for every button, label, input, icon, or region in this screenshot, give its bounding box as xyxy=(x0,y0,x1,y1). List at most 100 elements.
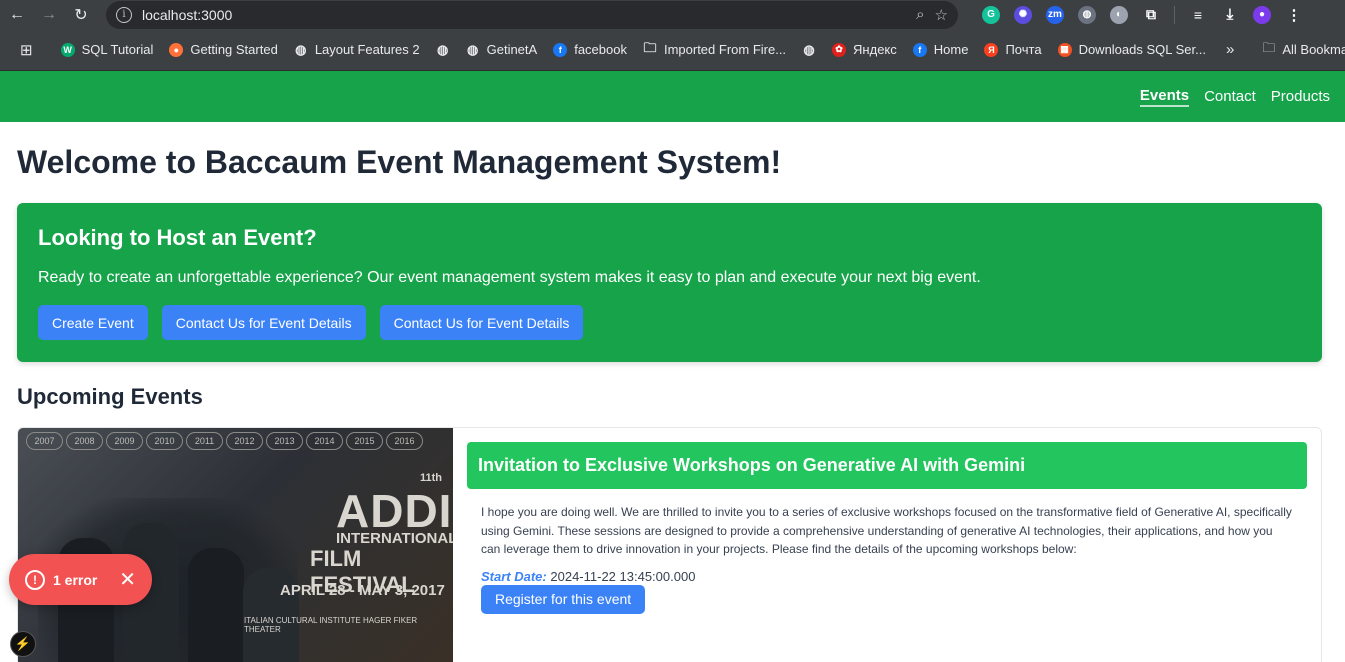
poster-year-laurel: 2007 xyxy=(26,432,63,450)
poster-edition: 11th xyxy=(420,472,443,484)
globe-extension-icon[interactable]: ◍ xyxy=(1078,5,1096,24)
bookmark-label: Home xyxy=(933,42,969,57)
site-info-icon[interactable]: i xyxy=(116,6,132,23)
browser-toolbar: ← → ↻ i localhost:3000 ⌕ ☆ G ✺ zm ◍ ◐ ⧉ … xyxy=(0,0,1345,29)
nextjs-badge-icon[interactable]: ⚡ xyxy=(10,631,36,657)
url-text[interactable]: localhost:3000 xyxy=(142,7,906,23)
host-actions: Create Event Contact Us for Event Detail… xyxy=(38,305,1301,340)
all-bookmarks-folder[interactable]: 🗀 All Bookmarks xyxy=(1254,39,1345,61)
event-poster-image: 2007 2008 2009 2010 2011 2012 2013 2014 2015 2016… xyxy=(18,428,453,662)
w3-icon: W xyxy=(60,42,75,57)
nav-products-link[interactable]: Products xyxy=(1271,88,1330,105)
nav-contact-link[interactable]: Contact xyxy=(1204,88,1256,105)
poster-year-laurel: 2011 xyxy=(186,432,223,450)
extension-icon[interactable]: ◐ xyxy=(1110,5,1128,24)
bookmarks-overflow-button[interactable]: » xyxy=(1218,41,1242,58)
globe-icon: ◍ xyxy=(295,41,307,57)
main-content: Welcome to Baccaum Event Management Syst… xyxy=(0,144,1345,662)
bookmarks-bar: ⊞ W SQL Tutorial ● Getting Started ◍ Layout F… xyxy=(0,29,1345,71)
bookmark-item[interactable]: Я Почта xyxy=(976,42,1049,57)
puzzle-icon[interactable]: ⧉ xyxy=(1142,6,1160,24)
event-details: Invitation to Exclusive Workshops on Gen… xyxy=(453,428,1321,662)
event-card: 2007 2008 2009 2010 2011 2012 2013 2014 2015 2016… xyxy=(17,427,1322,662)
facebook-icon: f xyxy=(553,42,568,57)
folder-icon: 🗀 xyxy=(1262,39,1276,55)
error-toast[interactable]: ! 1 error ✕ xyxy=(9,554,152,605)
bookmark-item[interactable]: ◍ xyxy=(794,41,824,57)
start-date-value: 2024-11-22 13:45:00.000 xyxy=(550,568,696,584)
address-bar[interactable]: i localhost:3000 ⌕ ☆ xyxy=(106,0,958,29)
contact-event-details-button[interactable]: Contact Us for Event Details xyxy=(161,305,366,340)
page-title: Welcome to Baccaum Event Management Syst… xyxy=(17,144,782,180)
media-icon[interactable]: ≡ xyxy=(1189,6,1207,24)
poster-subtitle: INTERNATIONAL xyxy=(336,530,453,547)
poster-venues: ITALIAN CULTURAL INSTITUTE HAGER FIKER T… xyxy=(244,616,418,634)
poster-year-laurel: 2016 xyxy=(386,432,423,450)
bookmark-item[interactable]: ● Getting Started xyxy=(161,42,285,57)
start-date-label: Start Date: xyxy=(481,568,547,584)
toolbar-divider xyxy=(1174,5,1175,24)
bookmark-item[interactable]: f facebook xyxy=(545,42,635,57)
upcoming-events-heading: Upcoming Events xyxy=(17,384,203,409)
facebook-icon: f xyxy=(912,42,927,57)
bookmark-label: Downloads SQL Ser... xyxy=(1078,42,1206,57)
poster-year-laurel: 2010 xyxy=(146,432,183,450)
huawei-icon: ✿ xyxy=(832,42,847,57)
bookmark-star-icon[interactable]: ☆ xyxy=(935,6,948,24)
bookmark-item[interactable]: f Home xyxy=(905,42,977,57)
bookmark-label: SQL Tutorial xyxy=(81,42,154,57)
poster-year-laurel: 2009 xyxy=(106,432,143,450)
extension-gear-icon[interactable]: ✺ xyxy=(1014,5,1032,24)
download-icon[interactable]: ⤓ xyxy=(1221,6,1239,24)
event-description: I hope you are doing well. We are thrill… xyxy=(481,505,1292,556)
microsoft-icon: ▦ xyxy=(1057,42,1072,57)
bookmark-label: Яндекс xyxy=(853,42,897,57)
host-panel-text: Ready to create an unforgettable experie… xyxy=(38,269,981,286)
poster-year-laurel: 2013 xyxy=(266,432,303,450)
poster-year-laurel: 2008 xyxy=(66,432,103,450)
globe-icon: ◍ xyxy=(436,41,449,57)
poster-year-laurel: 2014 xyxy=(306,432,343,450)
bookmark-item[interactable]: 🗀 Imported From Fire... xyxy=(635,39,794,58)
poster-figure xyxy=(188,548,244,662)
bookmark-label: facebook xyxy=(574,42,627,57)
error-icon: ! xyxy=(25,569,45,590)
bookmark-item[interactable]: ▦ Downloads SQL Ser... xyxy=(1050,42,1214,57)
folder-icon: 🗀 xyxy=(643,39,657,55)
menu-icon[interactable]: ⋮ xyxy=(1285,6,1303,24)
profile-avatar[interactable]: ● xyxy=(1253,5,1271,24)
bookmark-label: Imported From Fire... xyxy=(663,42,787,57)
host-event-panel: Looking to Host an Event? Ready to creat… xyxy=(17,203,1322,362)
bookmark-item[interactable]: ◍ GetinetA xyxy=(458,42,546,58)
host-panel-title: Looking to Host an Event? xyxy=(38,225,317,250)
poster-laurels: 2007 2008 2009 2010 2011 2012 2013 2014 2015 2016 xyxy=(26,432,423,450)
firefox-icon: ● xyxy=(169,42,184,57)
bookmark-item[interactable]: W SQL Tutorial xyxy=(53,42,162,57)
bookmark-item[interactable]: ◍ xyxy=(428,41,458,57)
zoom-icon[interactable]: ⌕ xyxy=(916,6,924,23)
forward-icon[interactable]: → xyxy=(40,6,58,24)
poster-year-laurel: 2015 xyxy=(346,432,383,450)
create-event-button[interactable]: Create Event xyxy=(38,305,148,340)
zoom-extension-icon[interactable]: zm xyxy=(1046,5,1064,24)
nav-events-link[interactable]: Events xyxy=(1139,87,1190,107)
poster-year-laurel: 2012 xyxy=(226,432,263,450)
event-title: Invitation to Exclusive Workshops on Gen… xyxy=(467,442,1307,489)
bookmark-label: Почта xyxy=(1005,42,1042,57)
register-event-button[interactable]: Register for this event xyxy=(481,584,646,614)
reload-icon[interactable]: ↻ xyxy=(72,6,90,24)
bookmark-item[interactable]: ◍ Layout Features 2 xyxy=(286,41,428,58)
bookmark-item[interactable]: ✿ Яндекс xyxy=(824,42,905,57)
error-count[interactable]: 1 error xyxy=(53,572,111,588)
apps-icon[interactable]: ⊞ xyxy=(12,41,41,59)
close-icon[interactable]: ✕ xyxy=(119,570,136,590)
back-icon[interactable]: ← xyxy=(8,6,26,24)
bookmark-label: Layout Features 2 xyxy=(314,42,420,57)
grammarly-icon[interactable]: G xyxy=(982,5,1000,24)
globe-icon: ◍ xyxy=(803,41,815,57)
contact-event-details-button-2[interactable]: Contact Us for Event Details xyxy=(379,305,584,340)
bookmark-label: GetinetA xyxy=(486,42,538,57)
bookmark-label: Getting Started xyxy=(190,42,278,57)
yandex-icon: Я xyxy=(984,42,999,57)
site-navbar: Events Contact Products xyxy=(0,71,1345,122)
